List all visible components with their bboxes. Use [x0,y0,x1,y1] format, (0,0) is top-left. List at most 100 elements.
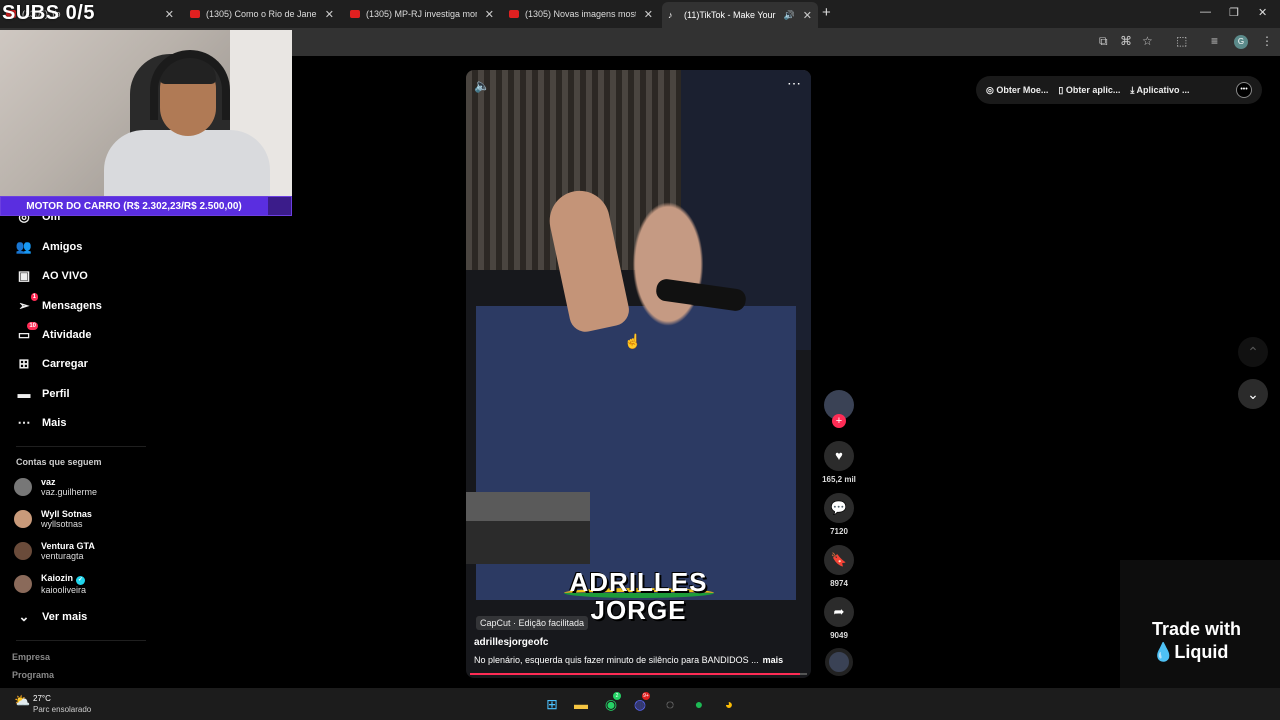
share-button[interactable]: ➦ 9049 [822,597,856,640]
tab-tiktok[interactable]: ♪ (11)TikTok - Make Your Day 🔊 ✕ [662,2,818,28]
more-icon[interactable]: ••• [1236,82,1252,98]
sidebar-item-label: Atividade [42,329,92,341]
get-app-button[interactable]: ▯ Obter aplic... [1058,85,1120,96]
sidebar-item-perfil[interactable]: ▬ Perfil [14,386,70,401]
windows-start-icon[interactable]: ⊞ [542,694,562,714]
close-icon[interactable]: ✕ [803,9,812,22]
footer-link[interactable]: Empresa [12,652,50,662]
volume-icon[interactable]: 🔈 [474,78,490,94]
live-icon: ▣ [17,268,31,283]
account-name: Wyll Sotnas [41,509,92,519]
notification-badge: 2 [613,692,621,700]
avatar [14,478,32,496]
comment-count: 7120 [830,527,848,536]
get-coins-button[interactable]: ◎ Obter Moe... [986,85,1048,96]
minimize-button[interactable]: — [1200,6,1211,18]
browser-menu-icon[interactable]: ⋮ [1261,34,1273,48]
video-progress[interactable] [470,673,807,675]
webcam-shirt [104,130,270,196]
more-link[interactable]: mais [763,655,784,665]
sidebar-item-label: Mensagens [42,300,102,312]
sidebar-item-ao-vivo[interactable]: ▣ AO VIVO [14,268,88,284]
like-button[interactable]: ♥ 165,2 mil [822,441,856,484]
cast-icon[interactable]: ⧉ [1099,34,1108,49]
restore-button[interactable]: ❐ [1229,6,1239,19]
more-options-icon[interactable]: ⋯ [787,75,801,92]
new-tab-button[interactable]: + [822,4,831,21]
share-count: 9049 [830,631,848,640]
close-icon[interactable]: ✕ [165,8,174,21]
tab-title: (11)TikTok - Make Your Day [684,10,778,20]
button-label: Obter aplic... [1065,84,1121,95]
install-app-button[interactable]: ⤓ Aplicativo ... [1130,85,1189,96]
translate-icon[interactable]: ⌘ [1120,34,1132,48]
description-text: No plenário, esquerda quis fazer minuto … [474,655,759,665]
progress-fill [470,673,801,675]
sidebar-item-label: Carregar [42,358,88,370]
account-handle: vaz.guilherme [41,487,98,497]
divider [16,446,146,447]
sidebar-item-atividade[interactable]: ▭ 10 Atividade [14,322,92,343]
temperature[interactable]: 27°C [33,694,51,703]
tab-youtube-3[interactable]: (1305) MP-RJ investiga mortes ✕ [344,4,500,24]
bookmark-star-icon[interactable]: ☆ [1142,34,1153,48]
account-handle: wyllsotnas [41,519,83,529]
tab-title: (1305) Como o Rio de Janeiro c [206,9,317,19]
chevron-down-icon: ⌄ [18,609,30,624]
account-handle: venturagta [41,551,84,561]
following-account[interactable]: Wyll Sotnas wyllsotnas [14,509,92,529]
following-account[interactable]: Kaiozin ✓ kaiooliveira [14,573,86,595]
speaker-icon[interactable]: 🔊 [784,10,795,21]
comment-button[interactable]: 💬 7120 [822,493,856,536]
notification-badge: 9+ [642,692,650,700]
upload-icon: ⊞ [18,356,30,371]
following-account[interactable]: Ventura GTA venturagta [14,541,95,561]
goal-text: MOTOR DO CARRO (R$ 2.302,23/R$ 2.500,00) [26,200,242,212]
sidebar-item-mais[interactable]: ⋯ Mais [14,415,67,431]
more-icon: ⋯ [17,415,31,430]
sidebar-item-carregar[interactable]: ⊞ Carregar [14,356,88,372]
notification-badge: 1 [30,293,38,301]
next-video-button[interactable]: ⌄ [1238,379,1268,409]
follow-plus-icon[interactable]: + [832,414,846,428]
sidebar-item-amigos[interactable]: 👥 Amigos [14,239,82,255]
tiktok-icon: ♪ [668,10,673,20]
music-disc-avatar[interactable] [825,648,853,676]
spotify-icon[interactable]: ● [689,694,709,714]
video-player[interactable]: ADRILLES JORGE 🔈 ⋯ CapCut · Edição facil… [466,70,811,678]
close-icon[interactable]: ✕ [325,8,334,21]
previous-video-button[interactable]: ⌃ [1238,337,1268,367]
profile-avatar[interactable]: G [1234,35,1248,49]
sidebar-item-label: Mais [42,417,67,429]
ad-line: Trade with [1152,619,1242,639]
heart-icon: ♥ [824,441,854,471]
extensions-icon[interactable]: ⬚ [1176,34,1187,48]
chrome-icon[interactable]: ◕ [719,694,739,714]
capcut-tag[interactable]: CapCut · Edição facilitada [476,616,589,630]
profile-icon: ▬ [17,386,31,401]
close-icon[interactable]: ✕ [485,8,494,21]
sidebar-item-mensagens[interactable]: ➢ 1 Mensagens [14,293,102,314]
ad-overlay: Trade with 💧Liquid [1120,560,1280,688]
like-count: 165,2 mil [822,475,856,484]
see-more-button[interactable]: ⌄ Ver mais [14,609,88,625]
close-icon[interactable]: ✕ [644,8,653,21]
video-logo: ADRILLES JORGE [466,569,811,623]
video-username[interactable]: adrillesjorgeofc [474,637,548,648]
following-header: Contas que seguem [16,457,102,467]
account-name: Kaiozin [41,573,74,583]
playlist-icon[interactable]: ≡ [1211,34,1218,48]
following-account[interactable]: vaz vaz.guilherme [14,477,97,497]
ad-line: Liquid [1174,642,1229,662]
tab-youtube-2[interactable]: (1305) Como o Rio de Janeiro c ✕ [184,4,340,24]
close-window-button[interactable]: ✕ [1258,6,1267,19]
weather-description[interactable]: Parc ensolarado [33,705,91,714]
divider [16,640,146,641]
tab-youtube-4[interactable]: (1305) Novas imagens mostram ✕ [503,4,659,24]
footer-link[interactable]: Programa [12,670,54,680]
messages-icon: ➢ 1 [18,293,38,313]
weather-icon[interactable]: ⛅ [14,693,30,709]
save-button[interactable]: 🔖 8974 [822,545,856,588]
file-explorer-icon[interactable]: ▬ [571,694,591,714]
app-icon[interactable]: ◌ [660,694,680,714]
